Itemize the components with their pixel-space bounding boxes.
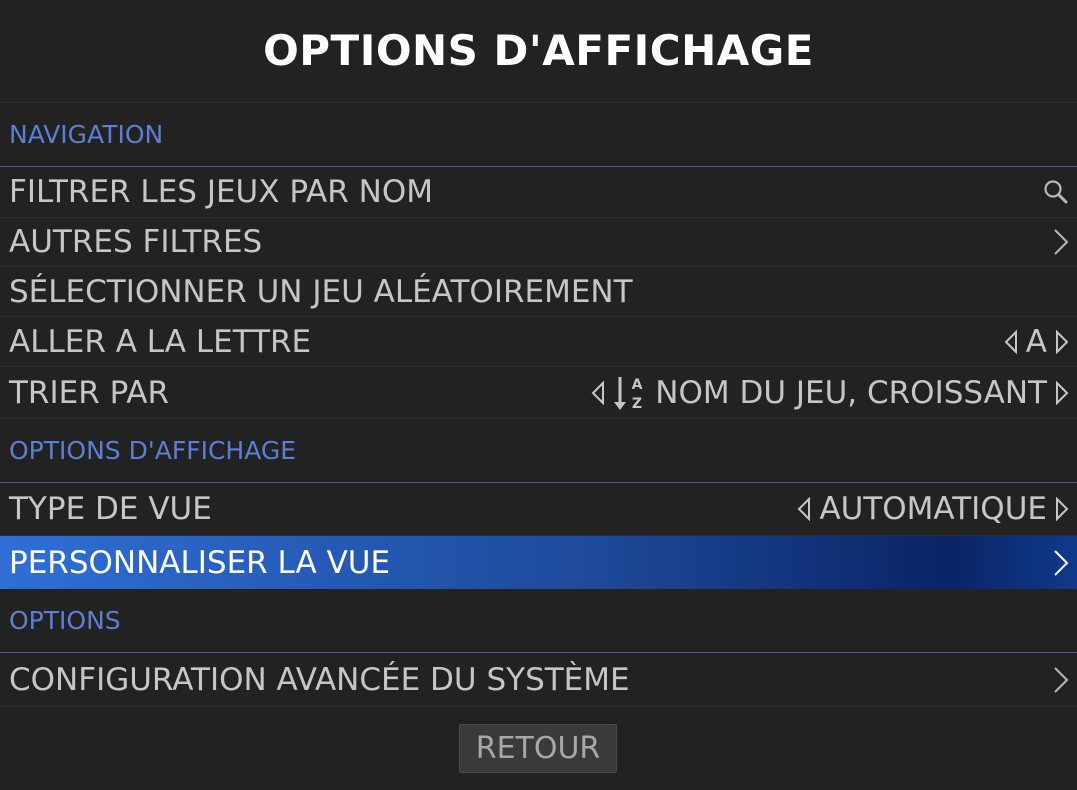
arrow-left-icon[interactable] [797, 497, 811, 521]
sort-letter-z: Z [632, 396, 642, 412]
arrow-right-icon[interactable] [1055, 380, 1069, 405]
arrow-left-icon[interactable] [1004, 329, 1018, 354]
menu-item-view-type[interactable]: TYPE DE VUE AUTOMATIQUE [0, 483, 1077, 536]
menu-item-other-filters[interactable]: AUTRES FILTRES [0, 218, 1077, 267]
menu-item-label: PERSONNALISER LA VUE [9, 544, 391, 581]
menu-title: OPTIONS D'AFFICHAGE [263, 26, 814, 75]
section-header-display-options: OPTIONS D'AFFICHAGE [0, 419, 1077, 483]
menu-item-label: SÉLECTIONNER UN JEU ALÉATOIREMENT [9, 273, 633, 310]
search-icon [1044, 180, 1068, 204]
arrow-right-icon[interactable] [1055, 329, 1069, 354]
chevron-right-icon [1054, 666, 1069, 693]
menu-item-label: TYPE DE VUE [9, 491, 212, 527]
sort-alpha-asc-icon: A Z [614, 376, 643, 412]
section-header-navigation: NAVIGATION [0, 103, 1077, 167]
sort-value: NOM DU JEU, CROISSANT [655, 374, 1047, 411]
letter-value: A [1025, 323, 1047, 360]
chevron-right-icon [1054, 229, 1069, 255]
menu-item-label: ALLER A LA LETTRE [9, 323, 312, 360]
menu-item-random-game[interactable]: SÉLECTIONNER UN JEU ALÉATOIREMENT [0, 267, 1077, 317]
menu-item-label: FILTRER LES JEUX PAR NOM [9, 174, 433, 210]
view-type-value: AUTOMATIQUE [819, 491, 1047, 527]
display-options-menu: OPTIONS D'AFFICHAGE NAVIGATION FILTRER L… [0, 0, 1077, 790]
menu-item-sort-by[interactable]: TRIER PAR A Z NOM DU JEU, CROISSANT [0, 367, 1077, 419]
arrow-left-icon[interactable] [591, 380, 605, 405]
arrow-right-icon[interactable] [1055, 497, 1069, 521]
sort-letter-a: A [632, 377, 643, 393]
menu-item-label: CONFIGURATION AVANCÉE DU SYSTÈME [9, 661, 630, 698]
menu-item-go-to-letter[interactable]: ALLER A LA LETTRE A [0, 317, 1077, 367]
menu-item-label: TRIER PAR [9, 374, 170, 411]
section-header-options: OPTIONS [0, 589, 1077, 653]
menu-item-label: AUTRES FILTRES [9, 224, 263, 260]
menu-item-filter-by-name[interactable]: FILTRER LES JEUX PAR NOM [0, 167, 1077, 218]
chevron-right-icon [1054, 549, 1069, 576]
back-button[interactable]: RETOUR [459, 724, 617, 773]
menu-item-customize-view[interactable]: PERSONNALISER LA VUE [0, 536, 1077, 589]
menu-item-advanced-config[interactable]: CONFIGURATION AVANCÉE DU SYSTÈME [0, 653, 1077, 707]
